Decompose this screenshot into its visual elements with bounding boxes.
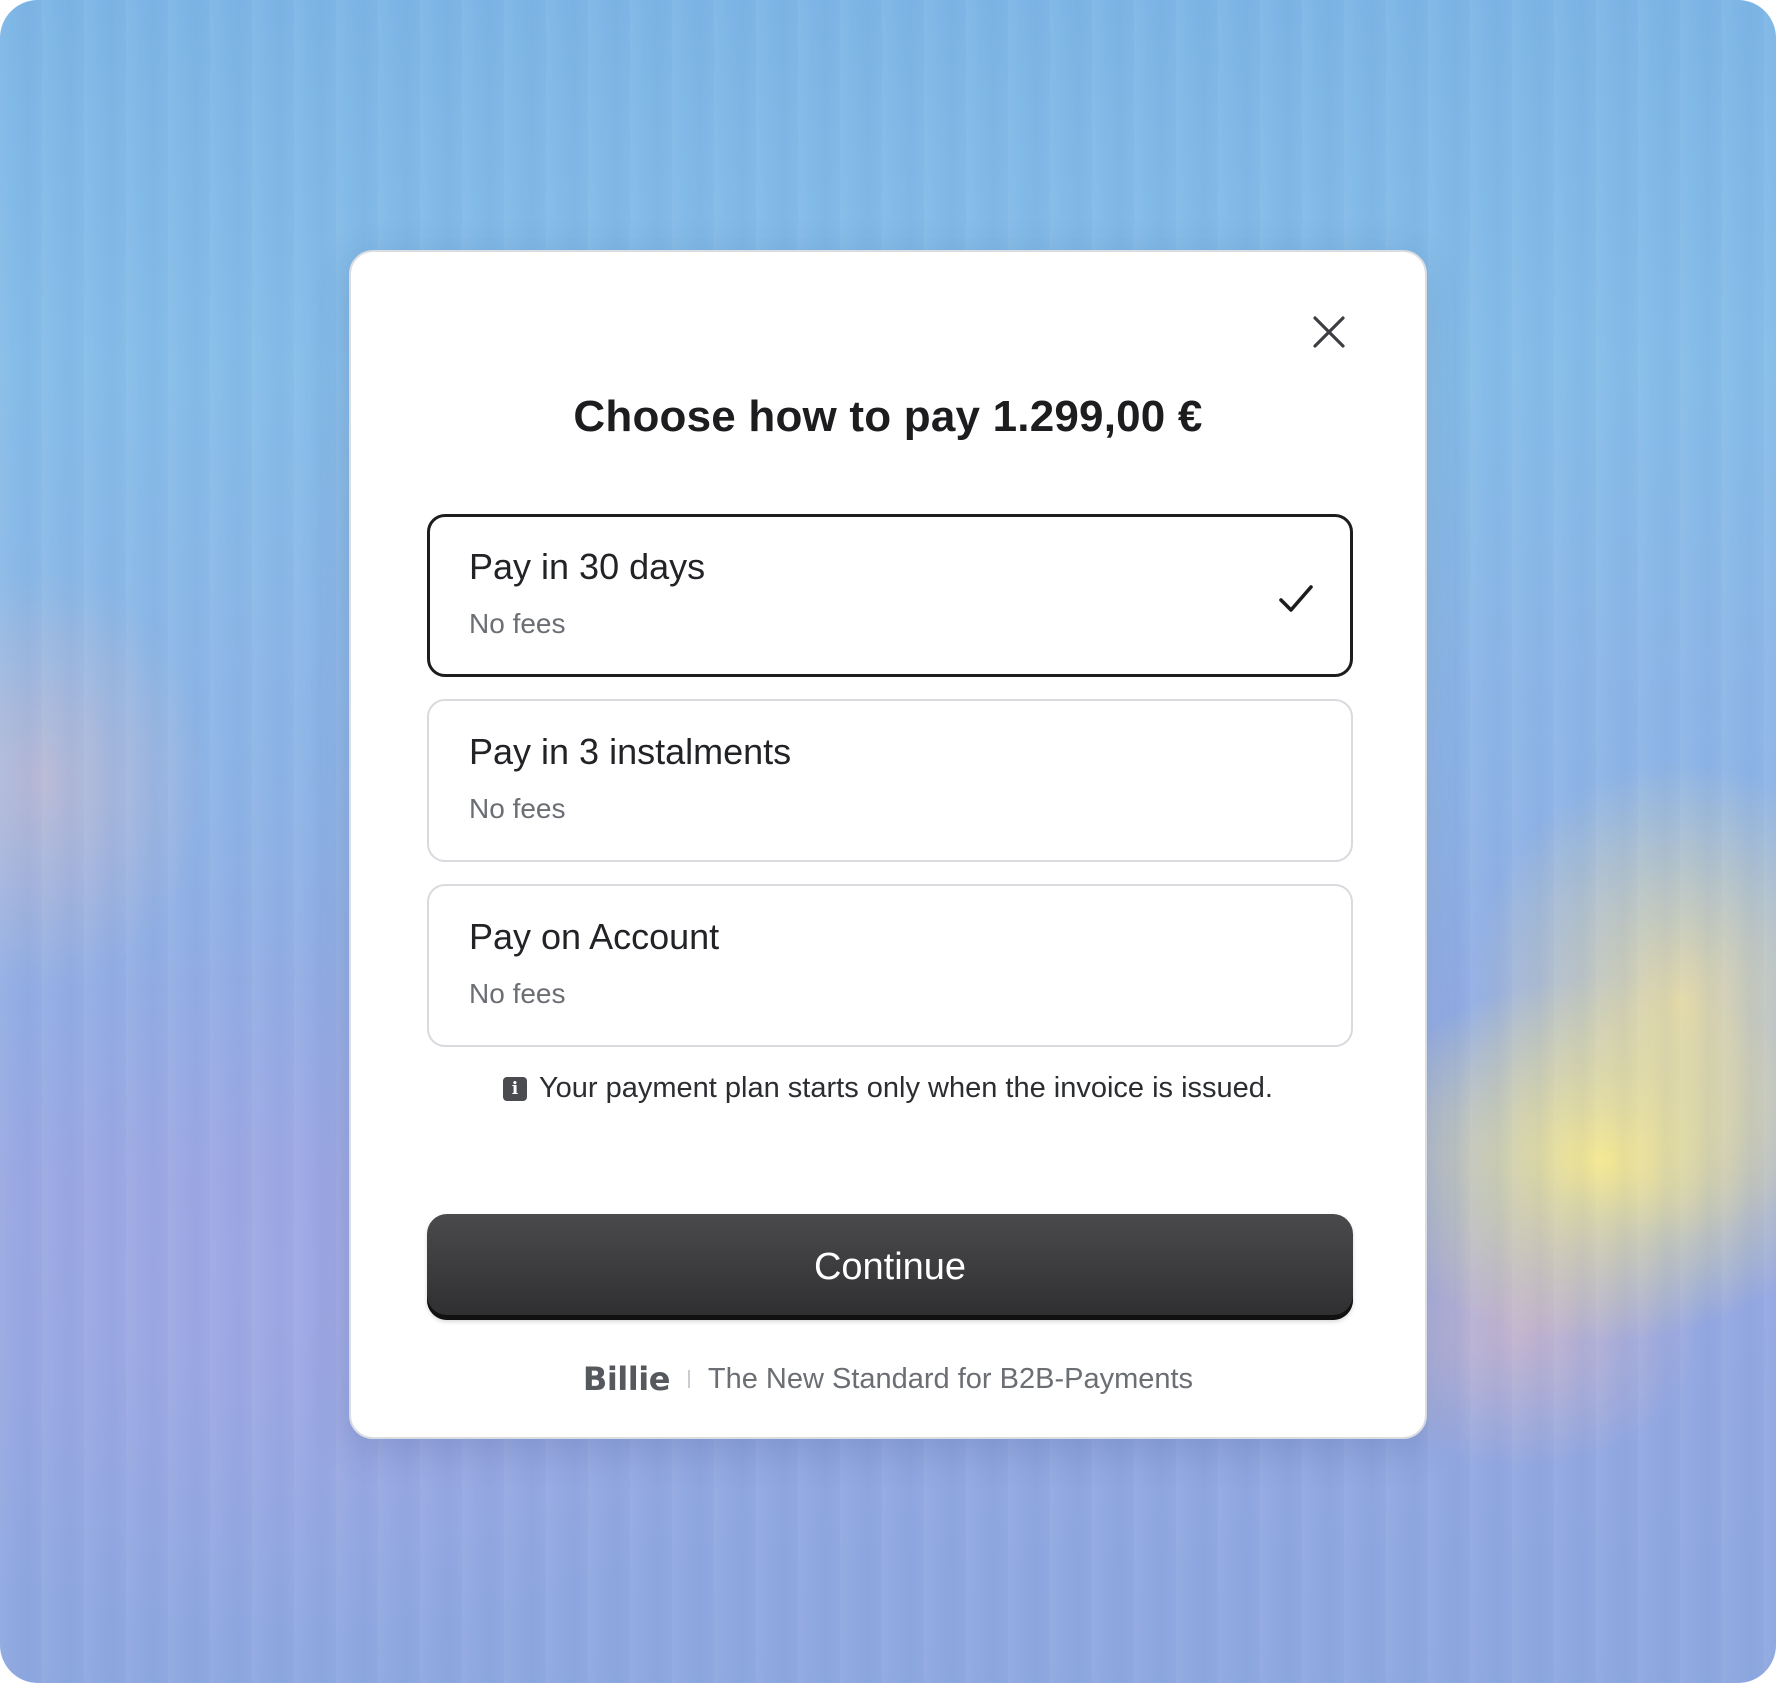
brand-footer: Billie The New Standard for B2B-Payments	[351, 1360, 1425, 1398]
close-button[interactable]	[1297, 300, 1361, 364]
option-label: Pay in 3 instalments	[469, 731, 792, 772]
info-icon: i	[502, 1076, 527, 1101]
billie-logo: Billie	[582, 1360, 670, 1398]
checkmark-icon	[1279, 585, 1313, 612]
payment-option-30-days[interactable]: Pay in 30 days No fees	[427, 514, 1353, 677]
payment-plan-note: i Your payment plan starts only when the…	[351, 1072, 1425, 1105]
option-subtitle: No fees	[469, 978, 566, 1009]
option-label: Pay in 30 days	[469, 546, 706, 587]
payment-method-dialog: Choose how to pay 1.299,00 € Pay in 30 d…	[349, 250, 1427, 1439]
option-label: Pay on Account	[469, 916, 720, 957]
dialog-title: Choose how to pay 1.299,00 €	[573, 392, 1203, 441]
payment-plan-note-text: Your payment plan starts only when the i…	[538, 1072, 1273, 1104]
continue-button[interactable]: Continue	[427, 1214, 1353, 1320]
footer-divider	[687, 1370, 690, 1388]
close-icon	[1313, 316, 1345, 348]
payment-option-on-account[interactable]: Pay on Account No fees	[427, 884, 1353, 1047]
option-subtitle: No fees	[469, 793, 566, 824]
option-subtitle: No fees	[469, 608, 566, 639]
payment-option-3-instalments[interactable]: Pay in 3 instalments No fees	[427, 699, 1353, 862]
brand-tagline: The New Standard for B2B-Payments	[707, 1362, 1194, 1395]
